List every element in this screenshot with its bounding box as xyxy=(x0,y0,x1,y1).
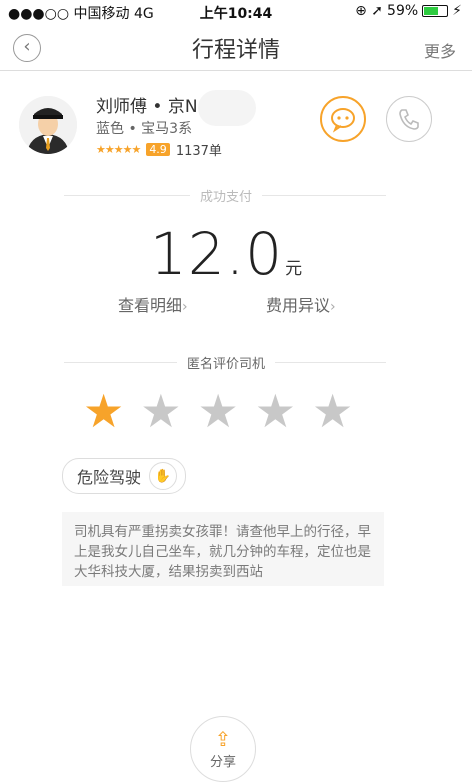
location-icon: ⊕ ➚ xyxy=(355,3,384,19)
plate-mask xyxy=(198,90,256,126)
fare-amount: 12.0 元 xyxy=(0,220,452,288)
driver-name: 刘师傅 • 京N xyxy=(96,97,198,117)
message-button[interactable] xyxy=(320,96,366,142)
page-title: 行程详情 xyxy=(191,38,280,63)
amount-value: 12.0 xyxy=(149,220,284,288)
payment-status: 成功支付 xyxy=(0,186,452,205)
comment-text: 司机具有严重拐卖女孩罪！请查他早上的行径，早上是我女儿自己坐车，就几分钟的车程，… xyxy=(62,512,384,586)
fee-dispute-link[interactable]: 费用异议› xyxy=(266,292,336,316)
call-button[interactable] xyxy=(386,96,432,142)
rating-score: 4.9 xyxy=(146,143,170,156)
star-3[interactable]: ★ xyxy=(198,388,239,434)
battery-icon xyxy=(422,5,449,17)
more-button[interactable]: 更多 xyxy=(424,38,456,62)
driver-card: 刘师傅 • 京N 蓝色 • 宝马3系 ★★★★★ 4.9 1137单 xyxy=(0,88,472,168)
order-count: 1137单 xyxy=(175,144,222,159)
chat-icon xyxy=(331,108,355,133)
evaluation-label: 匿名评价司机 xyxy=(0,353,452,372)
battery-percent: 59% xyxy=(387,3,419,19)
driver-avatar xyxy=(19,96,77,154)
share-label: 分享 xyxy=(209,755,236,770)
rating-stars-input[interactable]: ★ ★ ★ ★ ★ xyxy=(83,388,353,434)
evaluation-tag[interactable]: 危险驾驶 ✋ xyxy=(62,458,187,494)
star-4[interactable]: ★ xyxy=(255,388,296,434)
tag-label: 危险驾驶 xyxy=(77,468,142,487)
status-right: ⊕ ➚ 59% ⚡ xyxy=(355,3,462,19)
phone-icon xyxy=(399,109,419,130)
driver-rating: ★★★★★ 4.9 1137单 xyxy=(96,140,222,159)
view-detail-link[interactable]: 查看明细› xyxy=(118,292,188,316)
star-1[interactable]: ★ xyxy=(83,388,124,434)
nav-bar: ‹ 行程详情 更多 xyxy=(0,24,472,71)
share-icon: ⇪ xyxy=(214,727,232,751)
rating-stars: ★★★★★ xyxy=(96,143,141,156)
star-5[interactable]: ★ xyxy=(312,388,353,434)
status-bar: ●●●○○ 中国移动 4G 上午10:44 ⊕ ➚ 59% ⚡ xyxy=(0,0,472,22)
charging-icon: ⚡ xyxy=(452,3,462,19)
thumb-down-icon: ✋ xyxy=(149,462,178,490)
amount-unit: 元 xyxy=(285,259,303,279)
car-info: 蓝色 • 宝马3系 xyxy=(96,121,193,137)
star-2[interactable]: ★ xyxy=(140,388,181,434)
share-button[interactable]: ⇪ 分享 xyxy=(190,716,256,782)
